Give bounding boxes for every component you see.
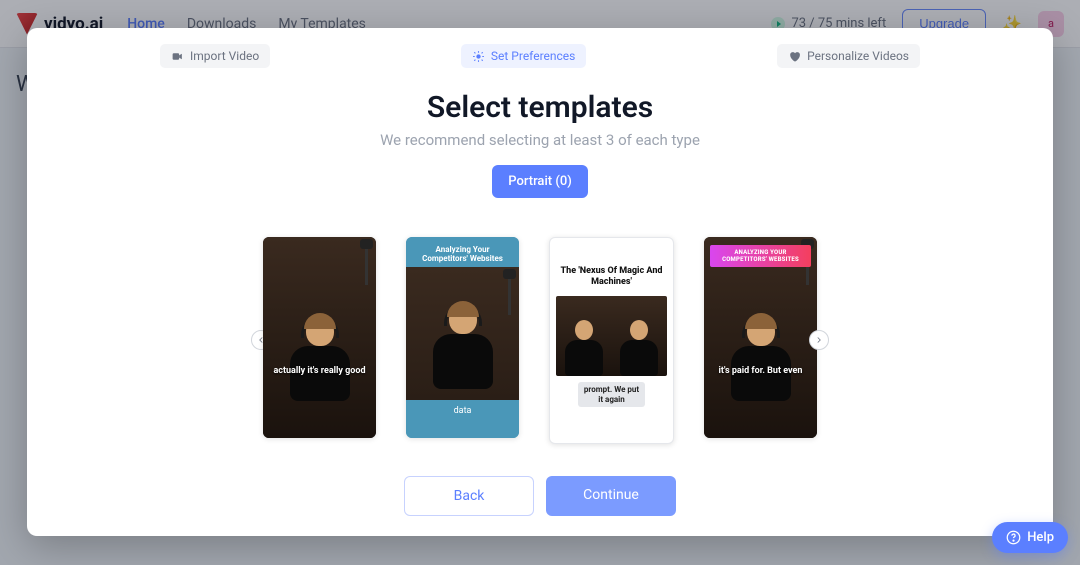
heart-icon bbox=[788, 50, 801, 63]
step-import-video[interactable]: Import Video bbox=[160, 44, 270, 68]
modal-subtitle: We recommend selecting at least 3 of eac… bbox=[51, 131, 1029, 149]
step-import-label: Import Video bbox=[190, 49, 259, 63]
gear-icon bbox=[472, 50, 485, 63]
template-thumb-2 bbox=[406, 267, 519, 400]
help-button[interactable]: Help bbox=[992, 522, 1068, 553]
template-card-3[interactable]: The 'Nexus Of Magic And Machines' prompt… bbox=[549, 237, 674, 444]
template-card-2[interactable]: Analyzing Your Competitors' Websites dat… bbox=[406, 237, 519, 438]
help-label: Help bbox=[1027, 530, 1054, 545]
carousel-next-button[interactable] bbox=[809, 330, 829, 350]
modal-title: Select templates bbox=[51, 90, 1029, 125]
aspect-pill-portrait[interactable]: Portrait (0) bbox=[492, 165, 588, 198]
back-button[interactable]: Back bbox=[404, 476, 534, 516]
video-icon bbox=[171, 50, 184, 63]
template-4-banner: ANALYZING YOUR COMPETITORS' WEBSITES bbox=[710, 245, 811, 267]
template-4-caption: it's paid for. But even bbox=[704, 366, 817, 376]
template-3-caption: prompt. We put it again bbox=[578, 382, 645, 407]
template-thumb-3 bbox=[556, 296, 667, 376]
template-modal: Import Video Set Preferences Personalize… bbox=[27, 28, 1053, 536]
template-card-4[interactable]: ANALYZING YOUR COMPETITORS' WEBSITES it'… bbox=[704, 237, 817, 438]
stepper: Import Video Set Preferences Personalize… bbox=[160, 44, 920, 68]
continue-button[interactable]: Continue bbox=[546, 476, 676, 516]
step-personalize-label: Personalize Videos bbox=[807, 49, 909, 63]
modal-backdrop: Import Video Set Preferences Personalize… bbox=[0, 0, 1080, 565]
step-set-preferences[interactable]: Set Preferences bbox=[461, 44, 586, 68]
modal-footer: Back Continue bbox=[51, 476, 1029, 516]
template-carousel: actually it's really good Analyzing Your… bbox=[51, 222, 1029, 458]
template-card-1[interactable]: actually it's really good bbox=[263, 237, 376, 438]
template-2-footer: data bbox=[406, 400, 519, 438]
help-icon bbox=[1006, 530, 1021, 545]
step-prefs-label: Set Preferences bbox=[491, 49, 575, 63]
template-3-title: The 'Nexus Of Magic And Machines' bbox=[550, 238, 673, 297]
template-thumb-1 bbox=[263, 237, 376, 438]
template-1-caption: actually it's really good bbox=[263, 366, 376, 376]
template-thumb-4 bbox=[704, 237, 817, 438]
step-personalize-videos[interactable]: Personalize Videos bbox=[777, 44, 920, 68]
arrow-right-icon bbox=[814, 335, 824, 345]
